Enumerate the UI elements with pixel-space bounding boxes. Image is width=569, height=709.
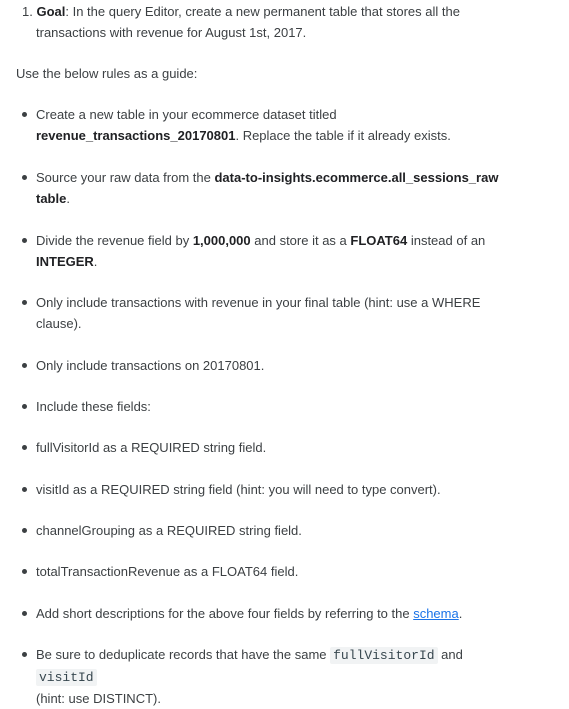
goal-label: Goal (36, 4, 66, 19)
rule-text: . (93, 254, 98, 269)
rule-text: clause). (36, 316, 82, 331)
goal-number: 1. (22, 4, 33, 19)
rule-text: (hint: use DISTINCT). (36, 691, 161, 706)
rule-field-visitid: visitId as a REQUIRED string field (hint… (22, 479, 526, 500)
source-table-word: table (36, 191, 67, 206)
rule-field-fullvisitorid: fullVisitorId as a REQUIRED string field… (22, 437, 526, 458)
rule-text: and (437, 647, 463, 662)
rules-intro: Use the below rules as a guide: (16, 66, 198, 81)
divisor-value: 1,000,000 (192, 233, 251, 248)
rule-text: Only include transactions with revenue i… (36, 295, 481, 310)
rule-field-revenue: totalTransactionRevenue as a FLOAT64 fie… (22, 561, 526, 582)
rule-deduplicate: Be sure to deduplicate records that have… (22, 644, 526, 709)
float64-type: FLOAT64 (350, 233, 408, 248)
rule-create-table: Create a new table in your ecommerce dat… (22, 104, 526, 146)
goal-text-line1: : In the query Editor, create a new perm… (65, 4, 460, 19)
instructions-panel: 1. Goal: In the query Editor, create a n… (0, 0, 569, 706)
rule-revenue-only: Only include transactions with revenue i… (22, 292, 526, 334)
rule-text: . Replace the table if it already exists… (235, 128, 451, 143)
code-fullvisitorid: fullVisitorId (330, 647, 438, 664)
rule-field-channelgrouping: channelGrouping as a REQUIRED string fie… (22, 520, 526, 541)
rule-text: Divide the revenue field by (36, 233, 193, 248)
rule-text: Add short descriptions for the above fou… (36, 606, 414, 621)
rule-text: and store it as a (250, 233, 351, 248)
rule-text: instead of an (407, 233, 486, 248)
rule-fields-header: Include these fields: (22, 396, 526, 417)
code-visitid: visitId (36, 669, 97, 686)
rule-divide-revenue: Divide the revenue field by 1,000,000 an… (22, 230, 526, 272)
rule-text: Create a new table in your ecommerce dat… (36, 107, 337, 122)
source-table-name: data-to-insights.ecommerce.all_sessions_… (214, 170, 499, 185)
rule-text: . (66, 191, 70, 206)
schema-link[interactable]: schema (413, 606, 459, 621)
rule-date-filter: Only include transactions on 20170801. (22, 355, 526, 376)
integer-type: INTEGER (36, 254, 94, 269)
rule-descriptions: Add short descriptions for the above fou… (22, 603, 526, 624)
goal-item: 1. Goal: In the query Editor, create a n… (22, 1, 492, 43)
table-name: revenue_transactions_20170801 (36, 128, 236, 143)
goal-text-line2: transactions with revenue for August 1st… (36, 25, 307, 40)
rule-source-data: Source your raw data from the data-to-in… (22, 167, 526, 209)
rule-text: Be sure to deduplicate records that have… (36, 647, 331, 662)
rule-text: Source your raw data from the (36, 170, 215, 185)
rule-text: . (458, 606, 463, 621)
